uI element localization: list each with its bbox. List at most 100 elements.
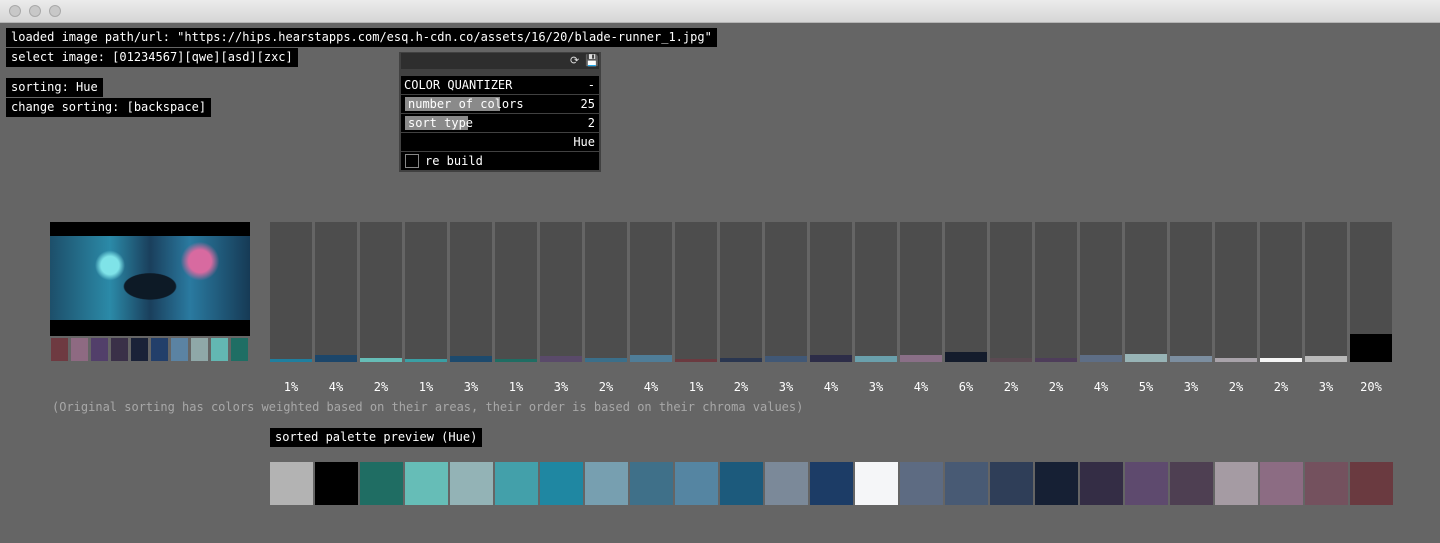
sort-type-slider[interactable]: sort type 2 — [401, 114, 599, 132]
palette-swatch — [495, 462, 538, 505]
blade-runner-image — [50, 236, 250, 320]
color-bar-fill — [900, 355, 942, 362]
loaded-path-label: loaded image path/url: "https://hips.hea… — [6, 28, 717, 47]
color-percentage: 1% — [418, 380, 434, 394]
color-quantizer-panel: ⟳ 💾 COLOR QUANTIZER - number of colors 2… — [399, 52, 601, 172]
color-bar — [405, 222, 447, 362]
palette-swatch — [1350, 462, 1393, 505]
number-of-colors-value: 25 — [580, 97, 595, 111]
color-bar — [270, 222, 312, 362]
color-bar-fill — [1260, 358, 1302, 362]
palette-swatch — [405, 462, 448, 505]
color-percentage: 2% — [1273, 380, 1289, 394]
sorting-note: (Original sorting has colors weighted ba… — [52, 400, 804, 414]
refresh-icon[interactable]: ⟳ — [570, 53, 579, 69]
color-bar — [630, 222, 672, 362]
color-percentage: 2% — [1003, 380, 1019, 394]
color-bar — [1215, 222, 1257, 362]
color-percentage: 2% — [598, 380, 614, 394]
color-bar — [990, 222, 1032, 362]
color-percentage: 2% — [1048, 380, 1064, 394]
color-bar — [360, 222, 402, 362]
color-bar — [495, 222, 537, 362]
thumbnail-swatch — [231, 338, 248, 361]
color-bar-fill — [1080, 355, 1122, 362]
number-of-colors-label: number of colors — [408, 97, 524, 111]
palette-swatch — [1125, 462, 1168, 505]
panel-title: COLOR QUANTIZER — [404, 78, 513, 92]
palette-swatch — [360, 462, 403, 505]
color-percentage: 20% — [1360, 380, 1382, 394]
close-window-button[interactable] — [9, 5, 21, 17]
thumbnail-swatch — [91, 338, 108, 361]
palette-swatch — [315, 462, 358, 505]
color-bar-fill — [810, 355, 852, 362]
color-percentage: 2% — [373, 380, 389, 394]
color-bar — [945, 222, 987, 362]
select-image-label: select image: [01234567][qwe][asd][zxc] — [6, 48, 298, 67]
palette-swatch — [810, 462, 853, 505]
color-bar-fill — [1215, 358, 1257, 362]
palette-swatch — [1215, 462, 1258, 505]
color-bar-fill — [945, 352, 987, 362]
color-percentage: 3% — [868, 380, 884, 394]
color-bar-fill — [1125, 354, 1167, 362]
save-icon[interactable]: 💾 — [585, 53, 599, 69]
color-bar — [1125, 222, 1167, 362]
thumbnail-swatch — [171, 338, 188, 361]
color-bar-fill — [495, 359, 537, 362]
color-bar-fill — [1350, 334, 1392, 362]
rebuild-toggle[interactable]: re build — [401, 152, 599, 170]
color-bar — [675, 222, 717, 362]
color-percentage: 4% — [1093, 380, 1109, 394]
palette-swatch — [945, 462, 988, 505]
sort-type-value: 2 — [587, 116, 595, 130]
color-percentage: 5% — [1138, 380, 1154, 394]
collapse-button[interactable]: - — [588, 76, 595, 94]
palette-swatch — [585, 462, 628, 505]
color-bar — [1260, 222, 1302, 362]
color-bar-fill — [450, 356, 492, 362]
color-percentage: 1% — [283, 380, 299, 394]
color-percentage: 4% — [328, 380, 344, 394]
color-bar — [315, 222, 357, 362]
rebuild-checkbox[interactable] — [405, 154, 419, 168]
palette-swatch — [855, 462, 898, 505]
color-bar — [1170, 222, 1212, 362]
color-percentage: 3% — [778, 380, 794, 394]
color-percentage: 3% — [1318, 380, 1334, 394]
palette-swatch — [1080, 462, 1123, 505]
color-bar-fill — [990, 358, 1032, 362]
rebuild-label: re build — [425, 154, 483, 168]
thumbnail-swatch — [71, 338, 88, 361]
palette-swatch — [540, 462, 583, 505]
color-bar — [720, 222, 762, 362]
color-bar — [1035, 222, 1077, 362]
sort-type-label: sort type — [408, 116, 474, 130]
number-of-colors-slider[interactable]: number of colors 25 — [401, 95, 599, 113]
palette-swatch — [900, 462, 943, 505]
color-bar-fill — [270, 359, 312, 362]
color-bar — [1305, 222, 1347, 362]
sorting-label: sorting: Hue — [6, 78, 103, 97]
color-bar-fill — [1305, 356, 1347, 362]
zoom-window-button[interactable] — [49, 5, 61, 17]
color-bar — [585, 222, 627, 362]
color-bar — [810, 222, 852, 362]
color-percentage: 3% — [463, 380, 479, 394]
minimize-window-button[interactable] — [29, 5, 41, 17]
thumbnail-swatch — [131, 338, 148, 361]
color-bar-fill — [360, 358, 402, 362]
sort-name-value: Hue — [573, 135, 595, 149]
thumbnail-swatch — [111, 338, 128, 361]
color-bar-fill — [720, 358, 762, 362]
color-percentage: 4% — [643, 380, 659, 394]
color-percentage: 3% — [1183, 380, 1199, 394]
thumbnail-swatch — [151, 338, 168, 361]
panel-title-bar[interactable]: COLOR QUANTIZER - — [401, 76, 599, 94]
color-percentage: 1% — [508, 380, 524, 394]
color-bar — [765, 222, 807, 362]
color-percentage: 4% — [823, 380, 839, 394]
thumbnail-swatch — [51, 338, 68, 361]
color-bar-fill — [1170, 356, 1212, 362]
